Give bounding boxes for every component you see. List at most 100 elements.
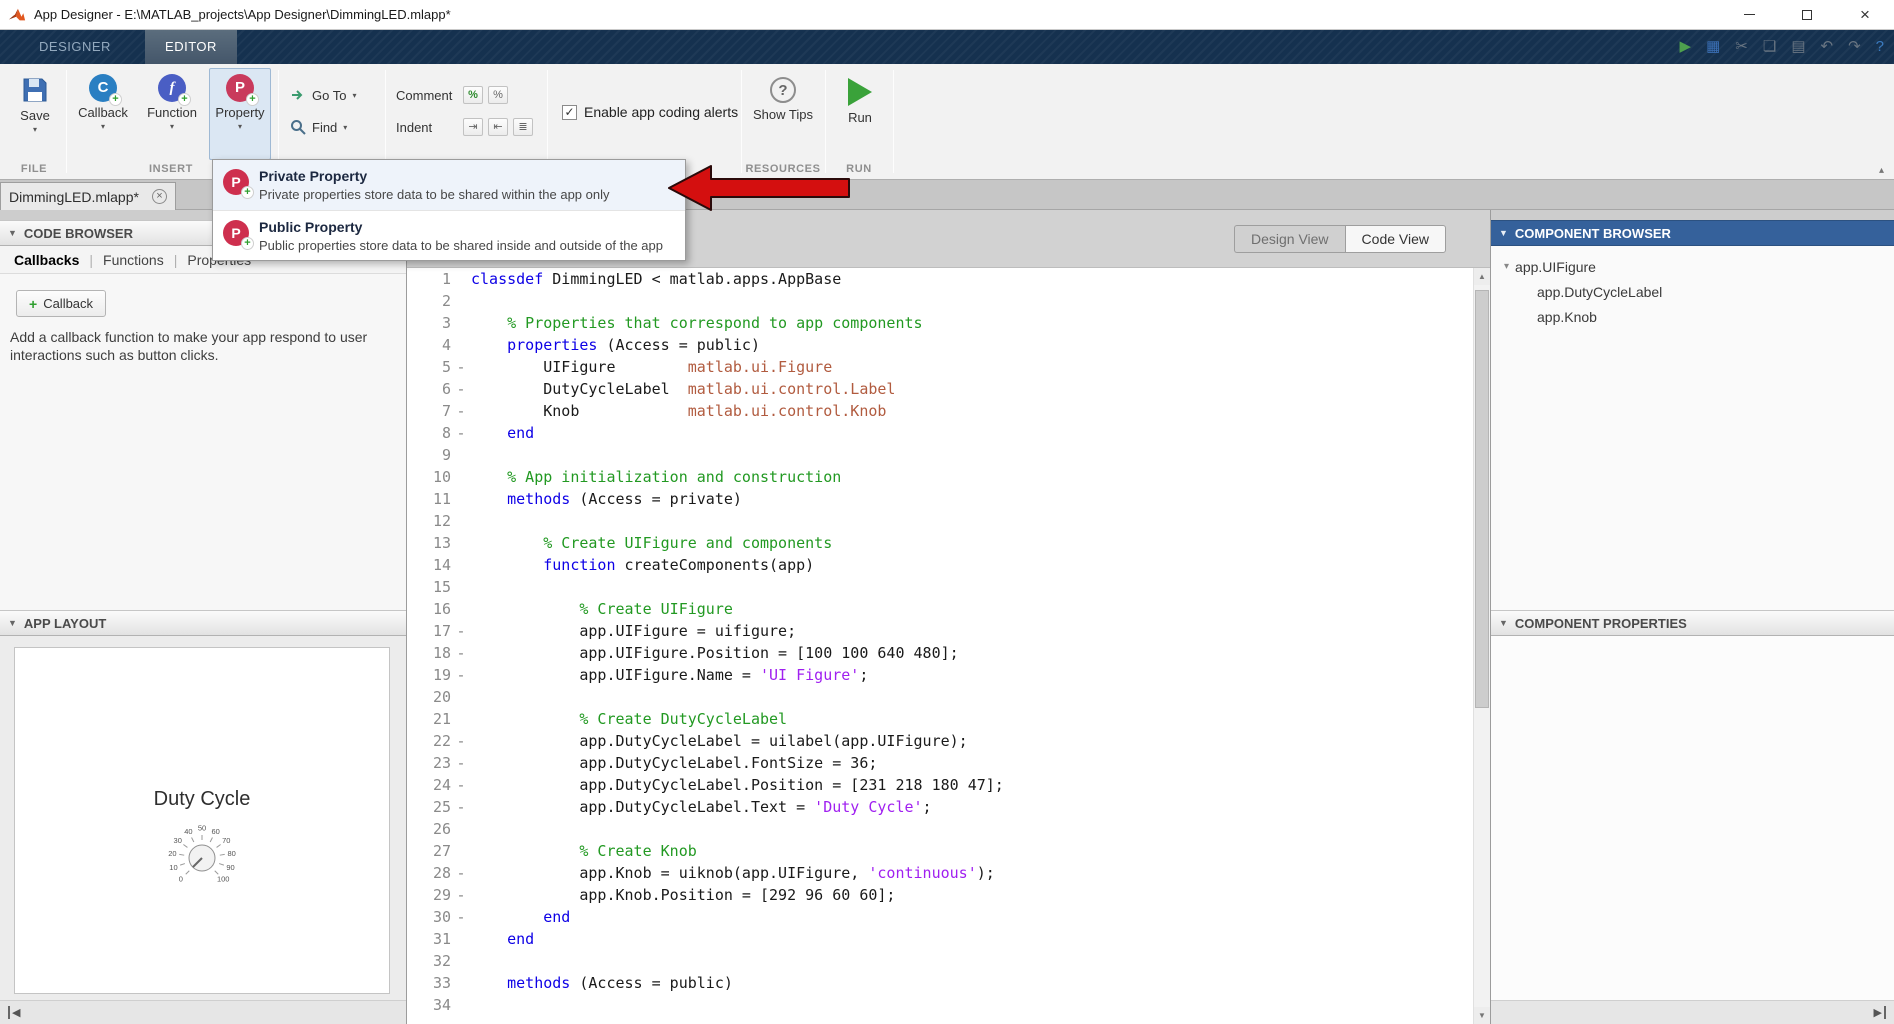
code-line[interactable]: 8- end xyxy=(407,422,1473,444)
line-number: 5 xyxy=(441,358,451,376)
code-line[interactable]: 11 methods (Access = private) xyxy=(407,488,1473,510)
scroll-up-button[interactable]: ▲ xyxy=(1474,268,1490,285)
uncomment-button[interactable]: % xyxy=(488,86,508,104)
code-line[interactable]: 30- end xyxy=(407,906,1473,928)
code-line[interactable]: 23- app.DutyCycleLabel.FontSize = 36; xyxy=(407,752,1473,774)
scrollbar-thumb[interactable] xyxy=(1475,290,1489,708)
code-line[interactable]: 29- app.Knob.Position = [292 96 60 60]; xyxy=(407,884,1473,906)
code-line[interactable]: 10 % App initialization and construction xyxy=(407,466,1473,488)
code-line[interactable]: 25- app.DutyCycleLabel.Text = 'Duty Cycl… xyxy=(407,796,1473,818)
line-number: 14 xyxy=(432,556,451,574)
design-view-button[interactable]: Design View xyxy=(1233,225,1345,253)
code-line[interactable]: 7- Knob matlab.ui.control.Knob xyxy=(407,400,1473,422)
vertical-scrollbar[interactable]: ▲ ▼ xyxy=(1473,268,1490,1024)
shift-left-button[interactable]: ⇤ xyxy=(488,118,508,136)
code-line[interactable]: 17- app.UIFigure = uifigure; xyxy=(407,620,1473,642)
run-button[interactable]: Run xyxy=(831,68,889,160)
save-icon[interactable]: ▦ xyxy=(1706,30,1720,64)
code-view-button[interactable]: Code View xyxy=(1344,225,1446,253)
line-number: 10 xyxy=(432,468,451,486)
code-line[interactable]: 24- app.DutyCycleLabel.Position = [231 2… xyxy=(407,774,1473,796)
minimize-button[interactable] xyxy=(1720,0,1778,29)
tree-item-app.Knob[interactable]: app.Knob xyxy=(1491,304,1894,329)
show-tips-button[interactable]: ? Show Tips xyxy=(750,68,816,160)
undo-icon[interactable]: ↶ xyxy=(1821,30,1834,64)
tab-close-button[interactable]: × xyxy=(152,189,167,204)
line-number: 22 xyxy=(432,732,451,750)
goto-button[interactable]: Go To ▾ xyxy=(290,80,356,110)
code-line[interactable]: 13 % Create UIFigure and components xyxy=(407,532,1473,554)
function-button[interactable]: f + Function ▾ xyxy=(140,68,204,160)
code-line[interactable]: 14 function createComponents(app) xyxy=(407,554,1473,576)
code-line[interactable]: 31 end xyxy=(407,928,1473,950)
add-callback-button[interactable]: + Callback xyxy=(16,290,107,317)
property-button[interactable]: P + Property ▾ xyxy=(209,68,271,160)
code-line[interactable]: 9 xyxy=(407,444,1473,466)
code-line[interactable]: 27 % Create Knob xyxy=(407,840,1473,862)
scroll-down-button[interactable]: ▼ xyxy=(1474,1007,1490,1024)
code-browser-tab-callbacks[interactable]: Callbacks xyxy=(14,252,79,268)
code-line[interactable]: 4 properties (Access = public) xyxy=(407,334,1473,356)
help-circle-icon: ? xyxy=(770,77,796,103)
code-line[interactable]: 34 xyxy=(407,994,1473,1016)
paste-icon[interactable]: ▤ xyxy=(1791,30,1805,64)
component-browser-header[interactable]: ▼ COMPONENT BROWSER xyxy=(1491,220,1894,246)
code-line[interactable]: 2 xyxy=(407,290,1473,312)
shift-right-button[interactable]: ≣ xyxy=(513,118,533,136)
app-layout-header[interactable]: ▼ APP LAYOUT xyxy=(0,610,406,636)
exp and-panel-icon[interactable]: ▶ xyxy=(1872,1006,1886,1019)
tree-item-app.DutyCycleLabel[interactable]: app.DutyCycleLabel xyxy=(1491,279,1894,304)
code-line[interactable]: 20 xyxy=(407,686,1473,708)
code-browser-tab-functions[interactable]: Functions xyxy=(103,252,164,268)
coding-alerts-checkbox[interactable]: ✓ xyxy=(562,104,577,120)
code-line[interactable]: 6- DutyCycleLabel matlab.ui.control.Labe… xyxy=(407,378,1473,400)
component-properties-header[interactable]: ▼ COMPONENT PROPERTIES xyxy=(1491,610,1894,636)
code-line[interactable]: 5- UIFigure matlab.ui.Figure xyxy=(407,356,1473,378)
collapse-caret-icon[interactable]: ▾ xyxy=(1504,261,1509,272)
line-exec-dash: - xyxy=(456,402,466,420)
collapse-caret-icon[interactable]: ▼ xyxy=(8,228,17,238)
menu-item-public-property[interactable]: P + Public Property Public properties st… xyxy=(213,210,685,260)
code-line[interactable]: 16 % Create UIFigure xyxy=(407,598,1473,620)
code-line[interactable]: 32 xyxy=(407,950,1473,972)
code-line[interactable]: 18- app.UIFigure.Position = [100 100 640… xyxy=(407,642,1473,664)
collapse-caret-icon[interactable]: ▼ xyxy=(1499,618,1508,628)
code-line[interactable]: 19- app.UIFigure.Name = 'UI Figure'; xyxy=(407,664,1473,686)
collapse-panel-icon[interactable]: ◀ xyxy=(8,1006,20,1019)
copy-icon[interactable]: ❏ xyxy=(1763,30,1776,64)
collapse-caret-icon[interactable]: ▼ xyxy=(1499,228,1508,238)
redo-icon[interactable]: ↷ xyxy=(1848,30,1861,64)
line-exec-dash: - xyxy=(456,908,466,926)
code-line[interactable]: 21 % Create DutyCycleLabel xyxy=(407,708,1473,730)
tree-item-app.UIFigure[interactable]: ▾ app.UIFigure xyxy=(1491,254,1894,279)
code-line[interactable]: 1 classdef DimmingLED < matlab.apps.AppBa… xyxy=(407,268,1473,290)
tab-designer[interactable]: DESIGNER xyxy=(29,30,121,64)
maximize-button[interactable] xyxy=(1778,0,1836,29)
cut-icon[interactable]: ✂ xyxy=(1735,30,1748,64)
code-line[interactable]: 15 xyxy=(407,576,1473,598)
smart-indent-button[interactable]: ⇥ xyxy=(463,118,483,136)
layout-preview-canvas[interactable]: Duty Cycle 0 10 20 30 40 50 60 70 80 90 100 xyxy=(14,647,390,994)
code-line[interactable]: 33 methods (Access = public) xyxy=(407,972,1473,994)
code-text: function createComponents(app) xyxy=(543,556,815,574)
code-line[interactable]: 22- app.DutyCycleLabel = uilabel(app.UIF… xyxy=(407,730,1473,752)
callback-button[interactable]: C + Callback ▾ xyxy=(72,68,134,160)
find-button[interactable]: Find ▾ xyxy=(290,112,347,142)
collapse-caret-icon[interactable]: ▼ xyxy=(8,618,17,628)
code-line[interactable]: 12 xyxy=(407,510,1473,532)
help-icon[interactable]: ? xyxy=(1876,30,1884,64)
document-tab[interactable]: DimmingLED.mlapp* × xyxy=(0,182,176,210)
code-line[interactable]: 3 % Properties that correspond to app co… xyxy=(407,312,1473,334)
close-button[interactable]: × xyxy=(1836,0,1894,29)
code-line[interactable]: 28- app.Knob = uiknob(app.UIFigure, 'con… xyxy=(407,862,1473,884)
menu-item-private-property[interactable]: P + Private Property Private properties … xyxy=(213,160,685,210)
tab-separator: | xyxy=(89,251,94,268)
save-button[interactable]: Save ▾ xyxy=(8,68,62,160)
section-label-file: FILE xyxy=(20,163,48,175)
comment-button[interactable]: % xyxy=(463,86,483,104)
run-icon[interactable]: ▶ xyxy=(1680,30,1692,64)
tab-editor[interactable]: EDITOR xyxy=(145,30,237,64)
collapse-ribbon-icon[interactable]: ▴ xyxy=(1879,165,1884,176)
code-line[interactable]: 26 xyxy=(407,818,1473,840)
